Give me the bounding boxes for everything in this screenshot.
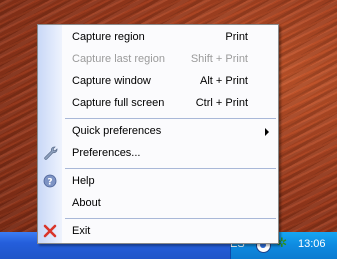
about-item[interactable]: About — [38, 193, 278, 213]
quick-preferences-item[interactable]: Quick preferences — [38, 121, 278, 141]
menu-item-shortcut: Print — [225, 31, 248, 43]
context-menu: Capture region Print Capture last region… — [37, 24, 279, 244]
menu-item-label: Capture window — [72, 75, 151, 87]
exit-item[interactable]: Exit — [38, 221, 278, 241]
chevron-right-icon — [265, 128, 269, 136]
menu-item-label: Quick preferences — [72, 125, 162, 137]
menu-item-shortcut: Alt + Print — [200, 75, 248, 87]
help-item[interactable]: ? Help — [38, 171, 278, 191]
menu-item-label: Capture last region — [72, 53, 165, 65]
menu-separator — [65, 168, 276, 169]
menu-separator — [65, 118, 276, 119]
capture-last-region-item: Capture last region Shift + Print — [38, 49, 278, 69]
menu-item-label: Preferences... — [72, 147, 141, 159]
menu-item-label: Help — [72, 175, 95, 187]
menu-item-shortcut: Shift + Print — [190, 53, 248, 65]
menu-item-label: Capture full screen — [72, 97, 165, 109]
wrench-icon — [44, 146, 58, 160]
capture-region-item[interactable]: Capture region Print — [38, 27, 278, 47]
help-icon: ? — [43, 174, 57, 188]
capture-full-screen-item[interactable]: Capture full screen Ctrl + Print — [38, 93, 278, 113]
taskbar-clock: 13:06 — [298, 238, 326, 250]
menu-item-label: Exit — [72, 225, 91, 237]
menu-separator — [65, 218, 276, 219]
menu-item-label: Capture region — [72, 31, 145, 43]
preferences-item[interactable]: Preferences... — [38, 143, 278, 163]
capture-window-item[interactable]: Capture window Alt + Print — [38, 71, 278, 91]
menu-item-label: About — [72, 197, 101, 209]
menu-item-shortcut: Ctrl + Print — [195, 97, 248, 109]
close-icon — [43, 224, 57, 238]
svg-text:?: ? — [47, 177, 52, 187]
